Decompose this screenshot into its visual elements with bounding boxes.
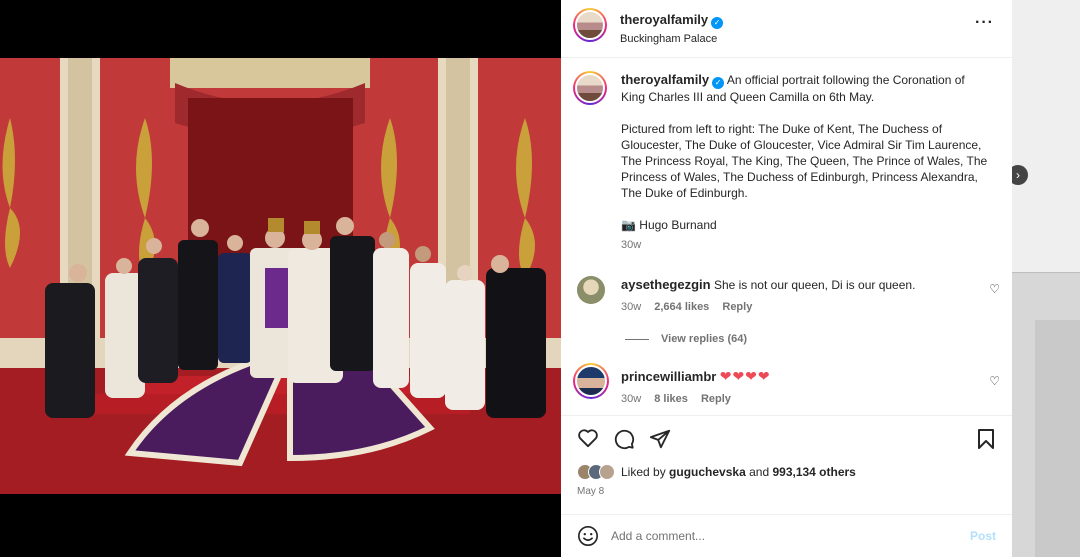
post-header: theroyalfamily ✓ Buckingham Palace ··· (561, 0, 1012, 58)
liked-by-label: Liked by (621, 465, 666, 479)
add-comment-input[interactable] (611, 525, 931, 547)
verified-badge-icon: ✓ (711, 17, 724, 29)
more-options-icon[interactable]: ··· (975, 14, 994, 32)
share-icon[interactable] (649, 428, 671, 450)
caption-credit: Hugo Burnand (639, 218, 717, 232)
comment-like-heart-icon[interactable]: ♡ (989, 282, 1000, 296)
portrait-illustration (0, 58, 561, 494)
post-media (0, 0, 561, 557)
post-date[interactable]: May 8 (577, 486, 604, 497)
caption-timestamp: 30w (621, 239, 642, 251)
post-actions: Liked by guguchevska and 993,134 others … (561, 415, 1012, 515)
caption-author-username[interactable]: theroyalfamily (621, 72, 709, 87)
background-card (1012, 0, 1080, 272)
camera-emoji: 📷 (621, 218, 636, 232)
comment-text: ❤❤❤❤ (719, 368, 771, 384)
comment-meta: 30w 8 likes Reply (621, 391, 981, 407)
post-comment-button[interactable]: Post (970, 529, 996, 543)
likes-summary: Liked by guguchevska and 993,134 others (577, 464, 856, 480)
comment-time: 30w (621, 301, 642, 313)
commenter-avatar[interactable] (577, 276, 605, 304)
liked-by-and: and (749, 465, 770, 479)
comment-username[interactable]: princewilliambr (621, 369, 716, 384)
reply-button[interactable]: Reply (701, 393, 731, 405)
post-side-panel: theroyalfamily ✓ Buckingham Palace ··· th… (561, 0, 1012, 557)
comment-username[interactable]: aysethegezgin (621, 277, 711, 292)
verified-badge-icon: ✓ (712, 77, 725, 89)
reply-button[interactable]: Reply (722, 301, 752, 313)
add-comment-bar: Post (561, 514, 1012, 557)
liked-by-user[interactable]: guguchevska (669, 465, 746, 479)
comment-likes[interactable]: 2,664 likes (654, 301, 709, 313)
coronation-portrait-image (0, 58, 561, 494)
commenter-avatar[interactable] (573, 363, 609, 399)
caption-text-names: Pictured from left to right: The Duke of… (621, 122, 988, 200)
comment-like-heart-icon[interactable]: ♡ (989, 374, 1000, 388)
comment-time: 30w (621, 393, 642, 405)
comment-text: She is not our queen, Di is our queen. (713, 278, 916, 292)
post-location[interactable]: Buckingham Palace (620, 33, 723, 45)
author-avatar[interactable] (573, 8, 607, 42)
background-card-lower (1035, 320, 1080, 557)
view-replies-button[interactable]: View replies (64) (625, 333, 747, 345)
comment-icon[interactable] (613, 428, 635, 450)
liker-avatars (577, 464, 615, 480)
bookmark-icon[interactable] (977, 428, 995, 450)
comment-meta: 30w 2,664 likes Reply (621, 299, 981, 315)
post-caption: theroyalfamily ✓ An official portrait fol… (621, 72, 991, 253)
author-username[interactable]: theroyalfamily (620, 12, 708, 27)
likes-count[interactable]: 993,134 others (772, 465, 855, 479)
heart-icon[interactable] (577, 428, 599, 448)
comment-item: princewilliambr ❤❤❤❤ 30w 8 likes Reply (621, 368, 981, 407)
caption-author-avatar[interactable] (573, 71, 607, 105)
background-divider (1012, 272, 1080, 273)
comment-likes[interactable]: 8 likes (654, 393, 688, 405)
emoji-icon[interactable] (577, 525, 599, 547)
comment-item: aysethegezgin She is not our queen, Di i… (621, 277, 981, 315)
